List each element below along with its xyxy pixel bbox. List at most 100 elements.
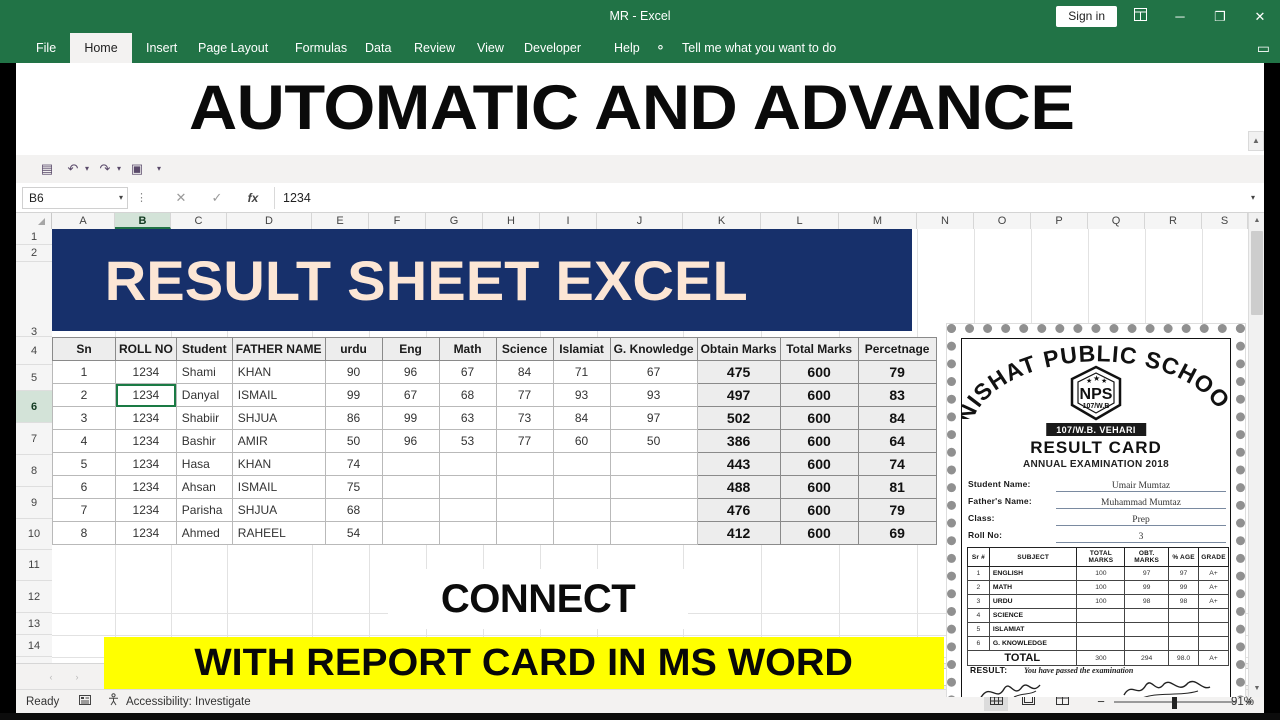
- cell-roll[interactable]: 1234: [115, 452, 177, 476]
- cell-islamiat[interactable]: [552, 521, 611, 545]
- column-header-j[interactable]: J: [597, 213, 683, 229]
- minimize-button[interactable]: ─: [1160, 0, 1200, 33]
- cell-islamiat[interactable]: 84: [552, 406, 611, 430]
- cell-obtain[interactable]: 475: [696, 360, 781, 384]
- cell-student[interactable]: Shabiir: [175, 406, 233, 430]
- select-all-triangle-icon[interactable]: [16, 213, 52, 229]
- tab-insert[interactable]: Insert: [136, 33, 187, 63]
- cell-student[interactable]: Ahsan: [175, 475, 233, 499]
- formula-input[interactable]: 1234: [274, 187, 1252, 209]
- column-header-n[interactable]: N: [917, 213, 974, 229]
- cell-gk[interactable]: [609, 452, 698, 476]
- column-header-g[interactable]: G: [426, 213, 483, 229]
- row-header-6[interactable]: 6: [16, 391, 52, 423]
- confirm-entry-icon[interactable]: ✓: [204, 187, 230, 209]
- cell-obtain[interactable]: 502: [696, 406, 781, 430]
- accessibility-icon[interactable]: [104, 690, 122, 714]
- cell-urdu[interactable]: 75: [324, 475, 383, 499]
- cell-student[interactable]: Hasa: [175, 452, 233, 476]
- cell-science[interactable]: [495, 452, 554, 476]
- cell-pct[interactable]: 64: [857, 429, 937, 453]
- column-header-e[interactable]: E: [312, 213, 369, 229]
- cell-roll[interactable]: 1234: [115, 498, 177, 522]
- column-header-a[interactable]: A: [52, 213, 115, 229]
- cell-student[interactable]: Bashir: [175, 429, 233, 453]
- table-row[interactable]: 3 1234 Shabiir SHJUA 86 99 63 73 84 97 5…: [52, 406, 937, 430]
- cell-math[interactable]: 67: [438, 360, 497, 384]
- cell-urdu[interactable]: 90: [324, 360, 383, 384]
- cell-pct[interactable]: 79: [857, 360, 937, 384]
- cell-obtain[interactable]: 497: [696, 383, 781, 407]
- cell-total[interactable]: 600: [779, 521, 859, 545]
- cell-urdu[interactable]: 74: [324, 452, 383, 476]
- cell-science[interactable]: 73: [495, 406, 554, 430]
- cell-roll[interactable]: 1234: [115, 383, 177, 407]
- col-eng[interactable]: Eng: [381, 337, 440, 361]
- cell-science[interactable]: [495, 521, 554, 545]
- redo-icon[interactable]: ↷: [96, 158, 114, 180]
- cell-islamiat[interactable]: 71: [552, 360, 611, 384]
- cell-pct[interactable]: 84: [857, 406, 937, 430]
- cell-gk[interactable]: [609, 498, 698, 522]
- col-obtain-marks[interactable]: Obtain Marks: [696, 337, 781, 361]
- cell-math[interactable]: [438, 452, 497, 476]
- cell-urdu[interactable]: 99: [324, 383, 383, 407]
- cell-math[interactable]: [438, 498, 497, 522]
- row-header-2[interactable]: 2: [16, 245, 52, 262]
- column-header-h[interactable]: H: [483, 213, 540, 229]
- cell-sn[interactable]: 6: [52, 475, 116, 499]
- table-row[interactable]: 2 1234 Danyal ISMAIL 99 67 68 77 93 93 4…: [52, 383, 937, 407]
- cell-eng[interactable]: [381, 521, 440, 545]
- column-header-b[interactable]: B: [115, 213, 171, 229]
- ribbon-display-options-icon[interactable]: [1120, 0, 1160, 33]
- tab-view[interactable]: View: [467, 33, 514, 63]
- cell-father[interactable]: SHJUA: [231, 498, 326, 522]
- tell-me-search[interactable]: Tell me what you want to do: [682, 33, 836, 63]
- touch-mode-icon[interactable]: ▣: [128, 158, 146, 180]
- record-macro-icon[interactable]: [76, 690, 94, 714]
- tab-review[interactable]: Review: [404, 33, 465, 63]
- row-header-13[interactable]: 13: [16, 613, 52, 635]
- cell-science[interactable]: 77: [495, 429, 554, 453]
- cell-urdu[interactable]: 68: [324, 498, 383, 522]
- row-header-3[interactable]: 3: [16, 262, 52, 338]
- redo-dropdown-icon[interactable]: ▾: [114, 158, 124, 180]
- cell-obtain[interactable]: 412: [696, 521, 781, 545]
- name-box[interactable]: B6: [22, 187, 128, 209]
- cell-science[interactable]: 84: [495, 360, 554, 384]
- cell-total[interactable]: 600: [779, 452, 859, 476]
- cell-obtain[interactable]: 443: [696, 452, 781, 476]
- cell-obtain[interactable]: 386: [696, 429, 781, 453]
- column-header-c[interactable]: C: [171, 213, 227, 229]
- cell-father[interactable]: KHAN: [231, 452, 326, 476]
- scroll-up-arrow-icon[interactable]: ▲: [1248, 131, 1264, 151]
- cell-science[interactable]: [495, 475, 554, 499]
- zoom-slider-thumb[interactable]: [1172, 695, 1177, 709]
- cell-eng[interactable]: 96: [381, 360, 440, 384]
- table-row[interactable]: 7 1234 Parisha SHJUA 68 476 600 79: [52, 498, 937, 522]
- cell-father[interactable]: ISMAIL: [231, 475, 326, 499]
- scroll-up-icon[interactable]: ▲: [1249, 213, 1264, 229]
- cell-sn[interactable]: 2: [52, 383, 116, 407]
- column-header-m[interactable]: M: [839, 213, 917, 229]
- formula-bar-more-icon[interactable]: ⋮: [136, 187, 147, 209]
- column-header-q[interactable]: Q: [1088, 213, 1145, 229]
- cell-islamiat[interactable]: [552, 475, 611, 499]
- column-header-p[interactable]: P: [1031, 213, 1088, 229]
- cell-islamiat[interactable]: 93: [552, 383, 611, 407]
- col-total-marks[interactable]: Total Marks: [779, 337, 859, 361]
- cell-obtain[interactable]: 488: [696, 475, 781, 499]
- cell-eng[interactable]: 67: [381, 383, 440, 407]
- undo-icon[interactable]: ↶: [64, 158, 82, 180]
- cell-sn[interactable]: 1: [52, 360, 116, 384]
- cell-student[interactable]: Danyal: [175, 383, 233, 407]
- close-button[interactable]: ✕: [1240, 0, 1280, 33]
- column-header-k[interactable]: K: [683, 213, 761, 229]
- column-header-f[interactable]: F: [369, 213, 426, 229]
- cell-total[interactable]: 600: [779, 429, 859, 453]
- col-student[interactable]: Student: [175, 337, 233, 361]
- cell-student[interactable]: Ahmed: [175, 521, 233, 545]
- column-header-r[interactable]: R: [1145, 213, 1202, 229]
- cell-pct[interactable]: 74: [857, 452, 937, 476]
- tab-file[interactable]: File: [26, 33, 66, 63]
